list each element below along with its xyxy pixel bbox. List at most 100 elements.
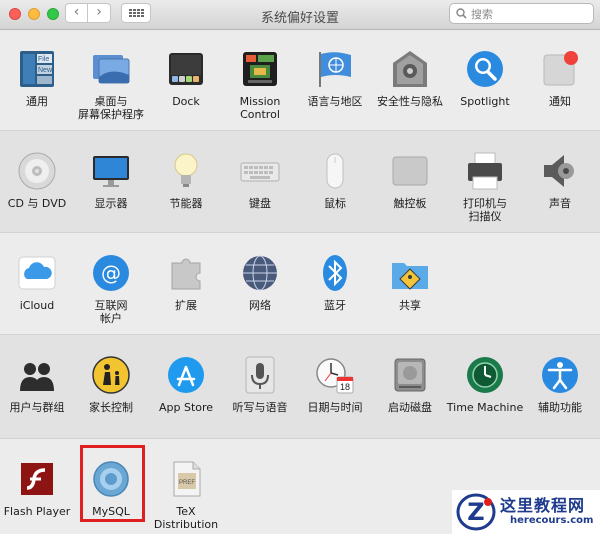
pref-label: CD 与 DVD (7, 197, 67, 210)
displays-icon (93, 156, 129, 187)
pref-label: 语言与地区 (307, 95, 363, 108)
icloud-icon (18, 256, 56, 290)
pref-flash-player[interactable]: Flash Player (0, 459, 76, 518)
svg-text:PREF: PREF (179, 480, 195, 486)
svg-text:File: File (38, 56, 49, 63)
zoom-window-button[interactable] (47, 8, 59, 20)
svg-text:New: New (38, 67, 53, 74)
back-button[interactable]: ‹ (65, 3, 88, 23)
pref-desktop-screensaver[interactable]: 桌面与 屏幕保护程序 (72, 49, 150, 121)
pref-label: Dock (172, 95, 200, 108)
pref-label: 蓝牙 (324, 299, 346, 312)
users-groups-icon (20, 363, 54, 391)
dock-icon (169, 53, 203, 85)
pref-accessibility[interactable]: 辅助功能 (521, 355, 599, 414)
internet-accounts-icon: @ (93, 255, 129, 291)
pref-trackpad[interactable]: 触控板 (371, 151, 449, 210)
pref-label: iCloud (19, 299, 55, 312)
watermark-logo-icon: Z (456, 493, 496, 531)
chevron-right-icon: › (96, 4, 102, 20)
section-internet-wireless: iCloud @ 互联网 帐户 扩展 网络 蓝牙 共享 (0, 233, 600, 335)
pref-spotlight[interactable]: Spotlight (446, 49, 524, 108)
pref-time-machine[interactable]: Time Machine (446, 355, 524, 414)
pref-label: TeX Distribution (153, 505, 219, 531)
pref-mission-control[interactable]: Mission Control (221, 49, 299, 121)
close-window-button[interactable] (9, 8, 21, 20)
sharing-icon (392, 263, 428, 290)
pref-label: 通知 (549, 95, 571, 108)
minimize-window-button[interactable] (28, 8, 40, 20)
general-icon: File New (20, 51, 54, 87)
pref-label: 日期与时间 (307, 401, 363, 414)
search-field[interactable]: 搜索 (449, 3, 594, 24)
pref-startup-disk[interactable]: 启动磁盘 (371, 355, 449, 414)
bluetooth-icon (323, 255, 347, 291)
search-icon (456, 8, 467, 19)
pref-label: Mission Control (239, 95, 281, 121)
search-placeholder: 搜索 (471, 7, 493, 21)
pref-energy-saver[interactable]: 节能器 (147, 151, 225, 210)
pref-tex-distribution[interactable]: PREF TeX Distribution (147, 459, 225, 531)
pref-label: 键盘 (249, 197, 271, 210)
extensions-icon (171, 258, 201, 290)
notifications-icon (543, 51, 578, 86)
pref-general[interactable]: File New 通用 (0, 49, 76, 108)
pref-label: 网络 (249, 299, 271, 312)
svg-text:Z: Z (467, 498, 484, 526)
pref-network[interactable]: 网络 (221, 253, 299, 312)
pref-date-time[interactable]: 18 日期与时间 (296, 355, 374, 414)
pref-label: 启动磁盘 (388, 401, 432, 414)
pref-sharing[interactable]: 共享 (371, 253, 449, 312)
mouse-icon (326, 153, 344, 189)
pref-users-groups[interactable]: 用户与群组 (0, 355, 76, 414)
keyboard-icon (240, 162, 280, 182)
pref-label: 家长控制 (89, 401, 133, 414)
grid-icon (128, 9, 144, 17)
dictation-speech-icon (245, 356, 275, 394)
pref-label: Flash Player (3, 505, 71, 518)
show-all-button[interactable] (121, 3, 151, 23)
pref-dictation-speech[interactable]: 听写与语音 (221, 355, 299, 414)
pref-notifications[interactable]: 通知 (521, 49, 599, 108)
window-titlebar: ‹ › 系统偏好设置 搜索 (0, 0, 600, 30)
flash-player-icon (21, 463, 53, 495)
pref-security-privacy[interactable]: 安全性与隐私 (371, 49, 449, 108)
watermark-url: herecours.com (510, 515, 594, 526)
pref-parental-controls[interactable]: 家长控制 (72, 355, 150, 414)
date-time-icon: 18 (316, 358, 354, 394)
energy-saver-icon (174, 153, 198, 187)
pref-label: 触控板 (393, 197, 427, 210)
cd-dvd-icon (18, 152, 56, 190)
pref-label: 桌面与 屏幕保护程序 (78, 95, 144, 121)
pref-language-region[interactable]: 语言与地区 (296, 49, 374, 108)
pref-keyboard[interactable]: 键盘 (221, 151, 299, 210)
sound-icon (544, 155, 574, 187)
pref-app-store[interactable]: App Store (147, 355, 225, 414)
watermark-title: 这里教程网 (500, 496, 586, 515)
pref-label: 扩展 (175, 299, 197, 312)
startup-disk-icon (394, 358, 426, 392)
pref-label: 共享 (399, 299, 421, 312)
section-hardware: CD 与 DVD 显示器 节能器 键盘 鼠标 触控板 打印机与 扫描仪 声音 (0, 131, 600, 233)
pref-label: 通用 (26, 95, 48, 108)
watermark: Z 这里教程网 herecours.com (452, 490, 600, 534)
chevron-left-icon: ‹ (73, 4, 80, 20)
pref-icloud[interactable]: iCloud (0, 253, 76, 312)
pref-dock[interactable]: Dock (147, 49, 225, 108)
pref-displays[interactable]: 显示器 (72, 151, 150, 210)
pref-internet-accounts[interactable]: @ 互联网 帐户 (72, 253, 150, 325)
pref-extensions[interactable]: 扩展 (147, 253, 225, 312)
pref-label: 声音 (549, 197, 571, 210)
forward-button[interactable]: › (88, 3, 111, 23)
pref-sound[interactable]: 声音 (521, 151, 599, 210)
pref-bluetooth[interactable]: 蓝牙 (296, 253, 374, 312)
spotlight-icon (467, 51, 503, 87)
pref-printers-scanners[interactable]: 打印机与 扫描仪 (446, 151, 524, 223)
desktop-screensaver-icon (93, 55, 130, 84)
printers-scanners-icon (468, 152, 502, 190)
pref-cd-dvd[interactable]: CD 与 DVD (0, 151, 76, 210)
pref-label: 鼠标 (324, 197, 346, 210)
pref-mouse[interactable]: 鼠标 (296, 151, 374, 210)
pref-label: 安全性与隐私 (377, 95, 443, 108)
mission-control-icon (243, 52, 277, 86)
